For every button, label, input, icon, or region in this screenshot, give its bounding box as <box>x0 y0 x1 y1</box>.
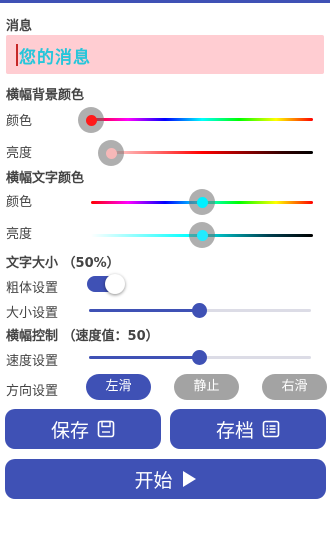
top-accent-bar <box>0 0 330 3</box>
text-hue-slider-thumb[interactable] <box>189 189 215 215</box>
size-label: 大小设置 <box>6 306 59 321</box>
speed-slider-thumb[interactable] <box>192 350 207 365</box>
start-button-label: 开始 <box>134 469 173 492</box>
banner-text-section-title: 横幅文字颜色 <box>6 171 85 186</box>
archive-button-label: 存档 <box>215 419 254 442</box>
message-input[interactable]: 您的消息 <box>6 35 324 74</box>
text-brightness-swatch <box>196 229 208 241</box>
banner-background-section-title: 横幅背景颜色 <box>6 88 85 103</box>
bg-hue-slider-track[interactable] <box>91 118 313 121</box>
message-input-value: 您的消息 <box>19 48 91 68</box>
direction-left-button[interactable]: 左滑 <box>86 374 151 400</box>
text-cursor <box>16 44 18 66</box>
bold-toggle[interactable] <box>87 274 125 294</box>
bg-hue-slider-thumb[interactable] <box>78 107 104 133</box>
bold-toggle-knob <box>105 274 125 294</box>
size-slider-fill <box>89 309 200 312</box>
direction-label: 方向设置 <box>6 384 59 399</box>
speed-slider-fill <box>89 356 200 359</box>
direction-right-button[interactable]: 右滑 <box>262 374 327 400</box>
bold-label: 粗体设置 <box>6 281 59 296</box>
bg-brightness-swatch <box>105 147 117 159</box>
banner-control-section-title: 横幅控制 （速度值：50） <box>6 329 159 344</box>
text-brightness-slider-thumb[interactable] <box>189 222 215 248</box>
text-hue-swatch <box>196 196 208 208</box>
bg-brightness-slider-track[interactable] <box>111 151 313 154</box>
direction-still-button[interactable]: 静止 <box>174 374 239 400</box>
speed-label: 速度设置 <box>6 354 59 369</box>
text-size-section-title: 文字大小 （50%） <box>6 256 120 271</box>
bg-brightness-label: 亮度 <box>6 146 33 161</box>
text-brightness-label: 亮度 <box>6 227 33 242</box>
play-icon <box>181 470 197 488</box>
bg-color-label: 颜色 <box>6 114 33 129</box>
text-color-label: 颜色 <box>6 195 33 210</box>
size-slider-thumb[interactable] <box>192 303 207 318</box>
save-button[interactable]: 保存 <box>5 409 161 449</box>
save-icon <box>97 420 115 438</box>
archive-button[interactable]: 存档 <box>170 409 326 449</box>
bg-hue-swatch <box>85 114 97 126</box>
message-label: 消息 <box>6 19 33 34</box>
bg-brightness-slider-thumb[interactable] <box>98 140 124 166</box>
list-icon <box>262 420 280 438</box>
save-button-label: 保存 <box>50 419 89 442</box>
start-button[interactable]: 开始 <box>5 459 326 499</box>
